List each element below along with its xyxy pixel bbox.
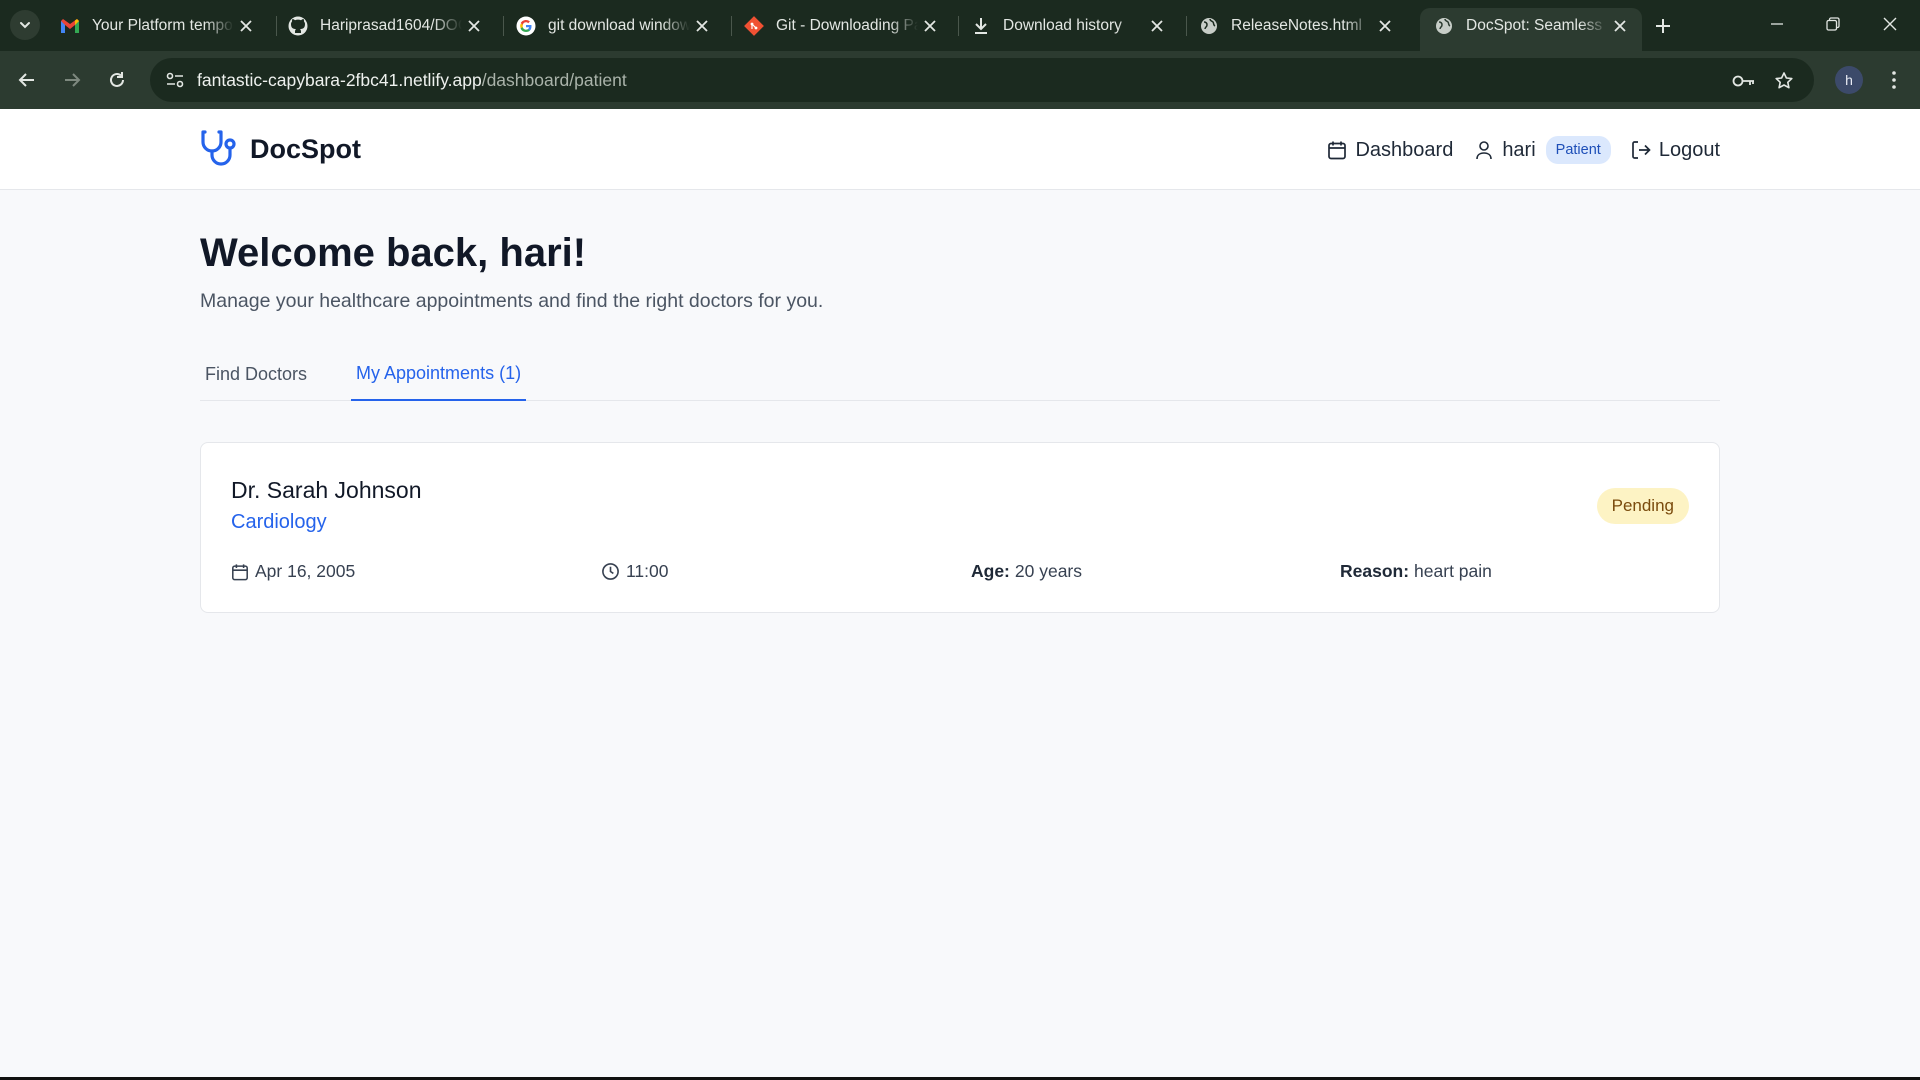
- close-tab-icon[interactable]: [690, 14, 714, 38]
- role-badge: Patient: [1545, 136, 1611, 164]
- appointment-reason: Reason: heart pain: [1340, 561, 1492, 582]
- close-tab-icon[interactable]: [462, 14, 486, 38]
- globe-icon: [1434, 16, 1454, 36]
- status-badge: Pending: [1596, 488, 1689, 524]
- tab-title: DocSpot: Seamless H: [1466, 16, 1608, 34]
- profile-avatar[interactable]: h: [1835, 66, 1863, 94]
- brand-logo-link[interactable]: DocSpot: [200, 129, 361, 169]
- site-info-icon[interactable]: [155, 58, 195, 102]
- nav-dashboard-link[interactable]: Dashboard: [1327, 139, 1453, 162]
- nav-username: hari: [1502, 138, 1536, 161]
- url-path: /dashboard/patient: [481, 69, 627, 90]
- calendar-icon: [232, 563, 248, 580]
- calendar-icon: [1328, 141, 1347, 160]
- app-header: DocSpot Dashboard hari Patient Logout: [0, 109, 1920, 190]
- clock-icon: [602, 563, 619, 580]
- tab-title: Your Platform tempo: [92, 16, 233, 34]
- browser-toolbar: fantastic-capybara-2fbc41.netlify.app/da…: [0, 51, 1920, 109]
- git-icon: [744, 15, 764, 36]
- forward-button[interactable]: [55, 63, 89, 97]
- appointment-date-value: Apr 16, 2005: [255, 561, 356, 581]
- page-subtitle: Manage your healthcare appointments and …: [200, 290, 824, 312]
- browser-tab-docspot[interactable]: DocSpot: Seamless H: [1420, 8, 1642, 51]
- appointment-time-value: 11:00: [626, 561, 669, 581]
- close-window-button[interactable]: [1867, 6, 1913, 42]
- browser-tab-downloads[interactable]: Download history: [957, 8, 1179, 43]
- arrow-left-icon: [18, 73, 34, 87]
- brand-name: DocSpot: [250, 133, 361, 164]
- age-label: Age:: [971, 561, 1010, 581]
- close-icon: [1883, 17, 1897, 31]
- google-icon: [516, 16, 536, 36]
- tab-title: ReleaseNotes.html: [1231, 16, 1362, 34]
- bookmark-star-icon[interactable]: [1772, 69, 1796, 93]
- tab-title: Download history: [1003, 16, 1122, 34]
- close-tab-icon[interactable]: [1145, 14, 1169, 38]
- nav-dashboard-label: Dashboard: [1355, 138, 1454, 161]
- user-icon: [1476, 141, 1493, 160]
- appointment-date: Apr 16, 2005: [231, 561, 355, 582]
- chevron-down-icon: [20, 22, 30, 29]
- reload-button[interactable]: [100, 63, 134, 97]
- url-host: fantastic-capybara-2fbc41.netlify.app: [197, 69, 482, 90]
- minimize-icon: [1771, 23, 1783, 25]
- logout-label: Logout: [1658, 138, 1720, 161]
- close-tab-icon[interactable]: [1608, 14, 1632, 38]
- appointment-time: 11:00: [601, 561, 669, 582]
- dashboard-tabs: Find Doctors My Appointments (1): [200, 356, 1720, 401]
- page-title: Welcome back, hari!: [200, 231, 587, 275]
- browser-tab-github[interactable]: Hariprasad1604/DOC: [274, 8, 496, 43]
- new-tab-button[interactable]: [1649, 12, 1677, 40]
- back-button[interactable]: [10, 63, 44, 97]
- browser-tab-bar: Your Platform tempo Hariprasad1604/DOC g…: [0, 0, 1920, 51]
- tab-my-appointments[interactable]: My Appointments (1): [351, 356, 527, 401]
- browser-tab-releasenotes[interactable]: ReleaseNotes.html: [1185, 8, 1407, 43]
- restore-button[interactable]: [1810, 6, 1856, 42]
- browser-tab-git[interactable]: Git - Downloading Pa: [730, 8, 952, 43]
- tab-title: git download window: [548, 16, 690, 34]
- restore-icon: [1826, 17, 1840, 31]
- address-bar[interactable]: fantastic-capybara-2fbc41.netlify.app/da…: [150, 58, 1814, 102]
- browser-tab-google[interactable]: git download window: [502, 8, 724, 43]
- reload-icon: [110, 72, 124, 87]
- age-value: 20 years: [1014, 561, 1083, 581]
- app-page: DocSpot Dashboard hari Patient Logout We…: [0, 109, 1920, 1080]
- gmail-icon: [60, 16, 80, 36]
- globe-icon: [1199, 16, 1219, 36]
- close-tab-icon[interactable]: [234, 14, 258, 38]
- arrow-right-icon: [65, 73, 81, 87]
- logout-icon: [1631, 141, 1651, 159]
- browser-menu-icon[interactable]: [1880, 65, 1908, 95]
- doctor-name: Dr. Sarah Johnson: [231, 477, 422, 503]
- browser-tab-gmail[interactable]: Your Platform tempo: [46, 8, 268, 43]
- url-text[interactable]: fantastic-capybara-2fbc41.netlify.app/da…: [197, 70, 627, 91]
- tab-find-doctors[interactable]: Find Doctors: [200, 356, 312, 401]
- plus-icon: [1656, 19, 1670, 33]
- close-tab-icon[interactable]: [918, 14, 942, 38]
- minimize-button[interactable]: [1754, 6, 1800, 42]
- reason-value: heart pain: [1414, 561, 1492, 581]
- tab-title: Hariprasad1604/DOC: [320, 16, 462, 34]
- download-icon: [971, 16, 991, 36]
- logout-button[interactable]: Logout: [1631, 139, 1720, 162]
- password-key-icon[interactable]: [1732, 69, 1756, 93]
- appointment-card: Dr. Sarah Johnson Cardiology Pending Apr…: [200, 442, 1720, 613]
- github-icon: [288, 16, 308, 36]
- stethoscope-icon: [201, 130, 236, 166]
- close-tab-icon[interactable]: [1373, 14, 1397, 38]
- doctor-specialty: Cardiology: [231, 511, 327, 533]
- patient-age: Age: 20 years: [971, 561, 1082, 582]
- reason-label: Reason:: [1340, 561, 1410, 581]
- app-nav: Dashboard hari Patient Logout: [1327, 131, 1720, 169]
- tab-title: Git - Downloading Pa: [776, 16, 918, 34]
- nav-user: hari Patient: [1474, 136, 1611, 164]
- tab-search-button[interactable]: [10, 10, 40, 40]
